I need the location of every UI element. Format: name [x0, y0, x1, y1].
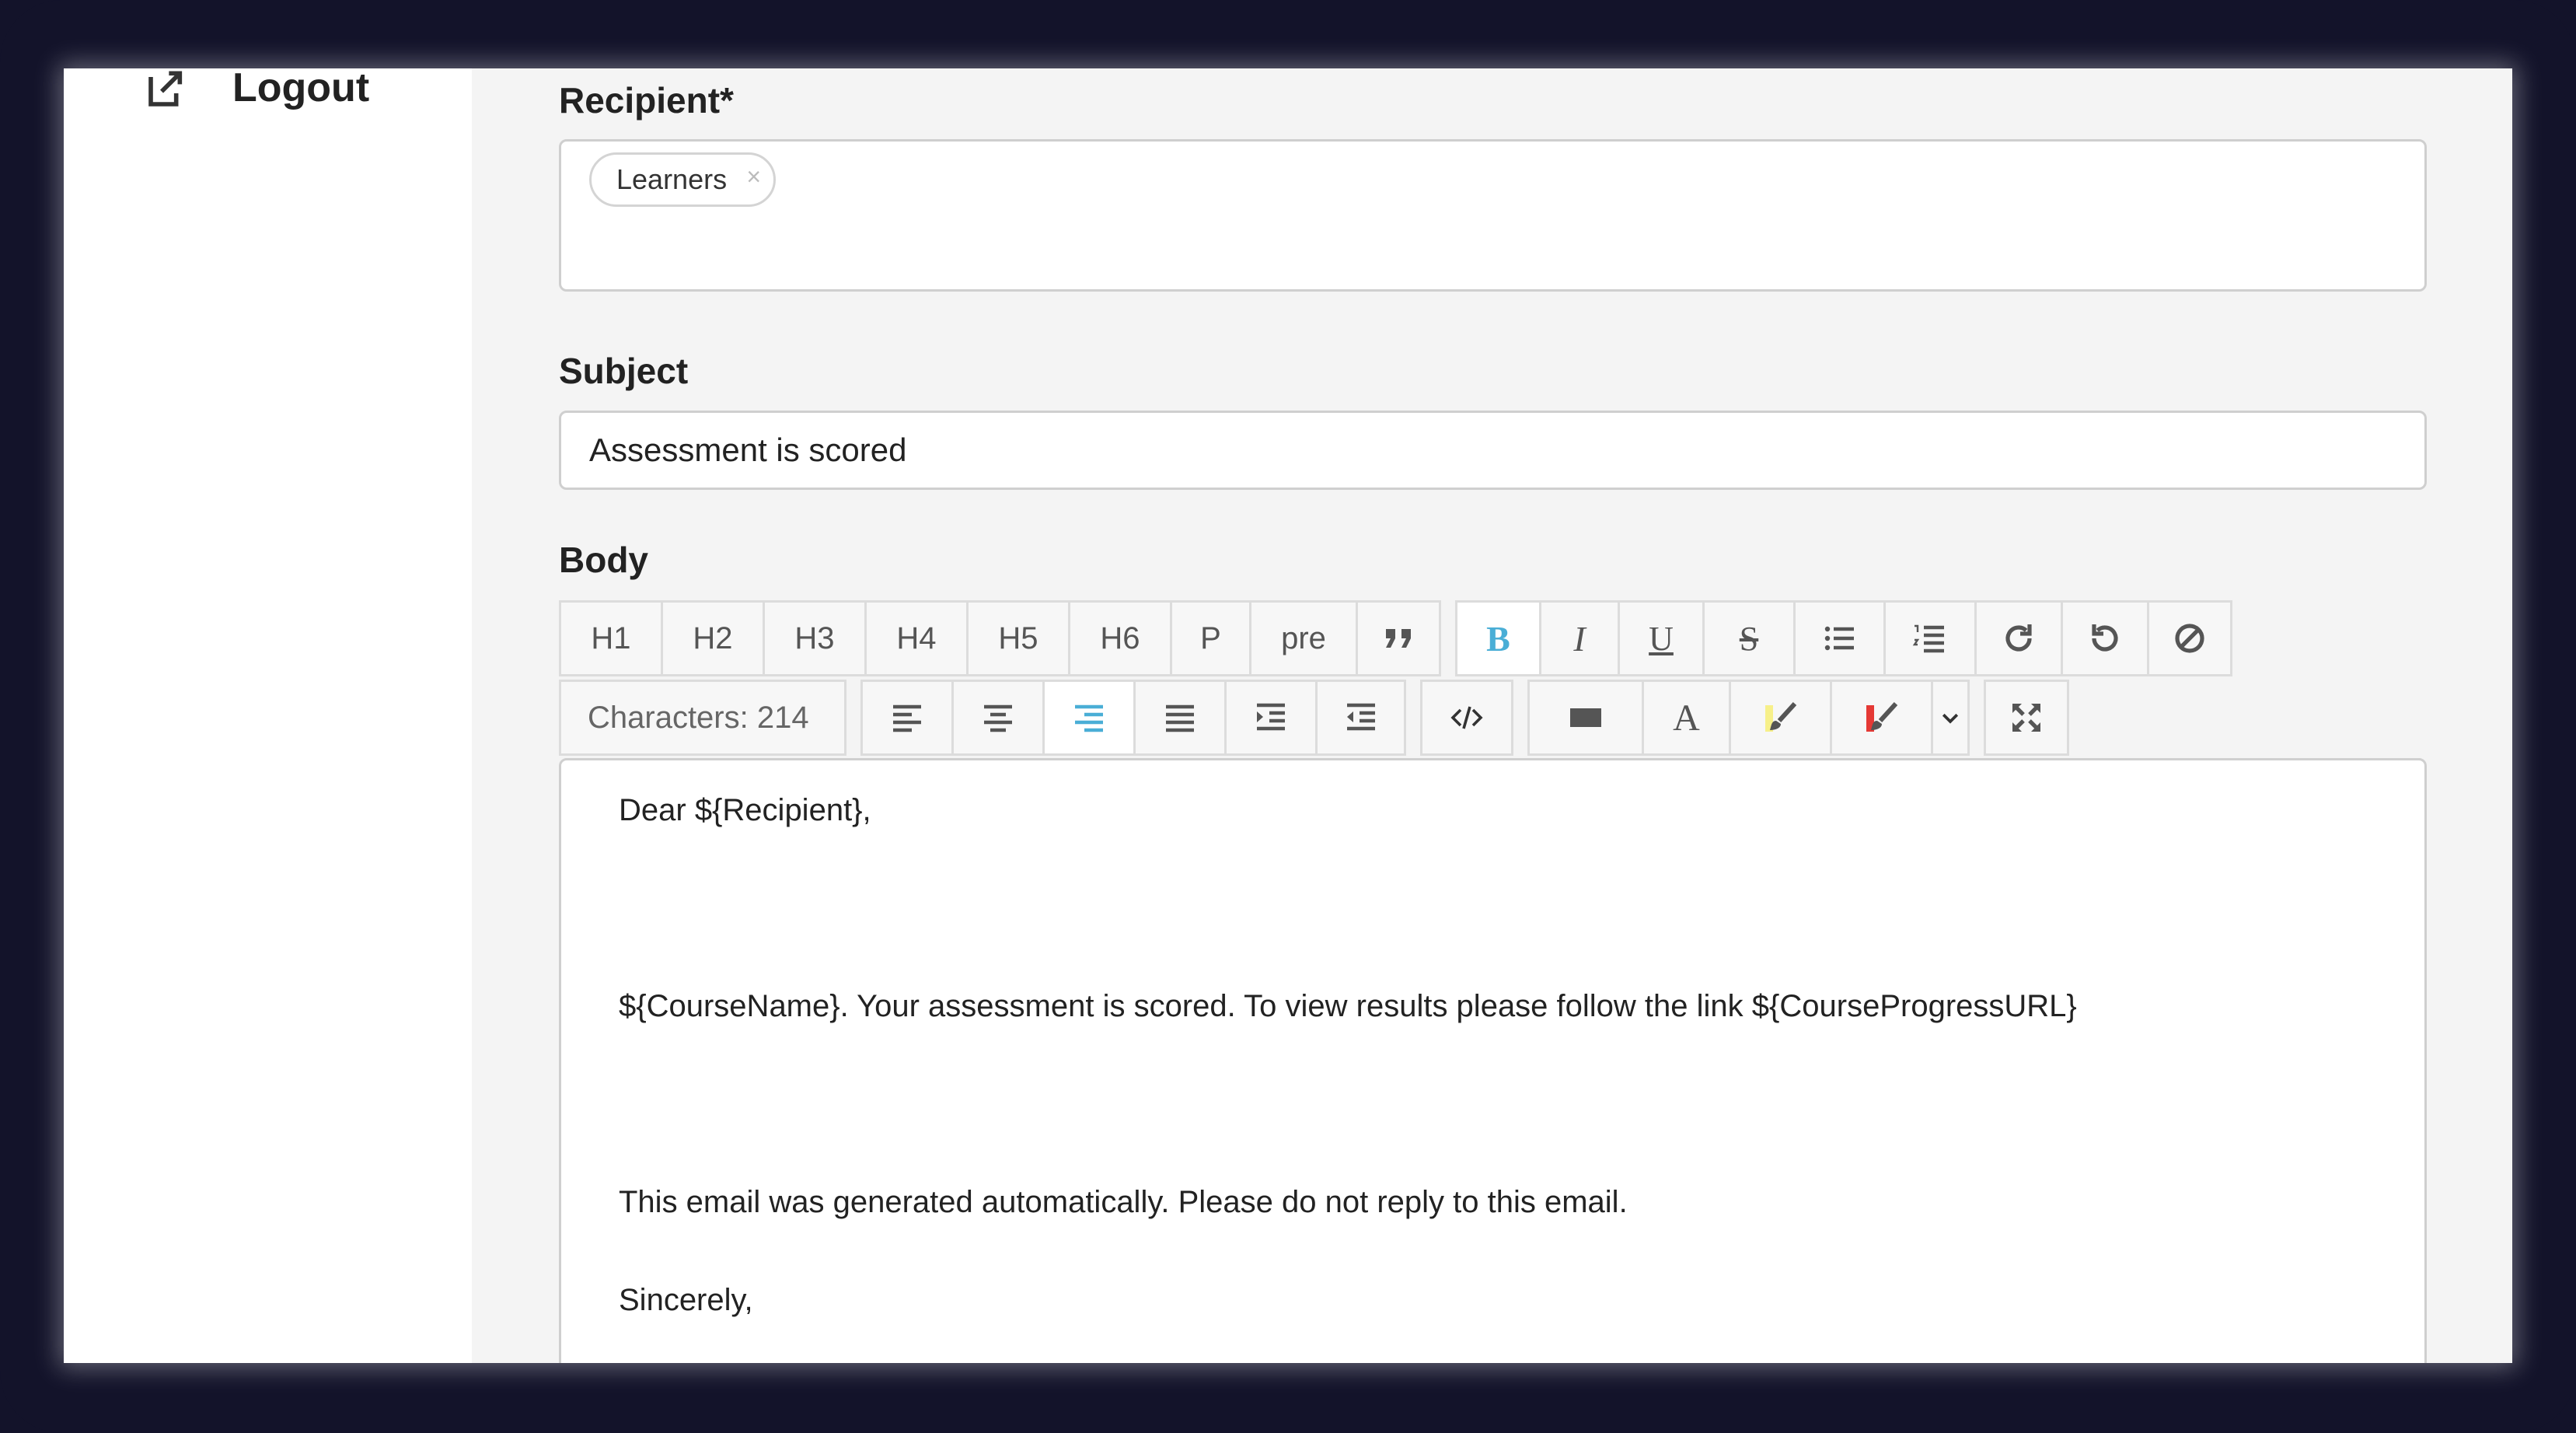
text-color-icon: A — [1673, 697, 1700, 739]
recipient-field[interactable]: Learners × — [559, 139, 2427, 292]
body-line-notice: This email was generated automatically. … — [619, 1185, 1628, 1219]
sidebar: Logout — [64, 68, 472, 1363]
background-color-button[interactable] — [1527, 680, 1642, 756]
format-group: B I U S — [1455, 600, 2232, 676]
blockquote-button[interactable] — [1356, 600, 1441, 676]
body-label: Body — [559, 540, 648, 580]
italic-button[interactable]: I — [1539, 600, 1618, 676]
undo-button[interactable] — [2061, 600, 2147, 676]
character-counter: Characters: 214 — [559, 680, 846, 756]
align-group — [860, 680, 1406, 756]
bulleted-list-icon — [1824, 626, 1854, 651]
highlight-color-icon — [1764, 701, 1796, 732]
redo-icon — [2005, 624, 2032, 652]
color-group: A — [1527, 680, 1970, 756]
align-left-button[interactable] — [860, 680, 951, 756]
align-right-icon — [1075, 704, 1103, 732]
bulleted-list-button[interactable] — [1793, 600, 1883, 676]
heading-group: H1 H2 H3 H4 H5 H6 P pre — [559, 600, 1441, 676]
numbered-list-button[interactable] — [1883, 600, 1974, 676]
quote-icon — [1386, 629, 1411, 648]
body-line-signoff: Sincerely, — [619, 1283, 753, 1317]
numbered-list-icon — [1912, 624, 1944, 653]
text-color-button[interactable]: A — [1642, 680, 1729, 756]
strikethrough-button[interactable]: S — [1702, 600, 1793, 676]
logout-icon — [148, 71, 183, 107]
align-center-icon — [984, 704, 1012, 732]
h5-button[interactable]: H5 — [966, 600, 1068, 676]
h2-button[interactable]: H2 — [661, 600, 763, 676]
align-justify-button[interactable] — [1133, 680, 1224, 756]
paragraph-button[interactable]: P — [1170, 600, 1249, 676]
counter-group: Characters: 214 — [559, 680, 846, 756]
h6-button[interactable]: H6 — [1068, 600, 1170, 676]
h4-button[interactable]: H4 — [864, 600, 966, 676]
dropdown-icon — [1942, 713, 1959, 724]
align-justify-icon — [1166, 704, 1194, 732]
code-icon — [1450, 706, 1483, 729]
recipient-chip-label: Learners — [616, 163, 728, 195]
clear-format-button[interactable] — [2147, 600, 2232, 676]
recipient-chip: Learners × — [589, 152, 777, 207]
h1-button[interactable]: H1 — [559, 600, 661, 676]
outdent-icon — [1346, 703, 1375, 731]
body-line-message: ${CourseName}. Your assessment is scored… — [619, 989, 2077, 1023]
chip-remove-icon[interactable]: × — [746, 163, 761, 191]
h3-button[interactable]: H3 — [763, 600, 864, 676]
align-center-button[interactable] — [951, 680, 1042, 756]
code-group — [1420, 680, 1513, 756]
color-dropdown-button[interactable] — [1931, 680, 1970, 756]
pre-button[interactable]: pre — [1249, 600, 1356, 676]
align-right-button[interactable] — [1042, 680, 1133, 756]
body-line-greeting: Dear ${Recipient}, — [619, 793, 871, 827]
fullscreen-icon — [2012, 704, 2040, 732]
font-color-icon — [1866, 701, 1897, 732]
recipient-label: Recipient* — [559, 80, 734, 121]
logout-link[interactable]: Logout — [145, 68, 369, 123]
undo-icon — [2092, 624, 2118, 652]
body-editor[interactable]: Dear ${Recipient}, ${CourseName}. Your a… — [559, 758, 2427, 1363]
underline-button[interactable]: U — [1618, 600, 1702, 676]
bold-icon: B — [1486, 618, 1510, 659]
app-screen: Logout Recipient* Learners × Subject Ass… — [64, 68, 2512, 1363]
device-frame: Logout Recipient* Learners × Subject Ass… — [0, 0, 2576, 1433]
background-color-icon — [1570, 708, 1601, 727]
underline-icon: U — [1649, 619, 1674, 658]
subject-input[interactable]: Assessment is scored — [559, 411, 2427, 490]
logout-label: Logout — [232, 68, 370, 110]
indent-icon — [1257, 703, 1285, 731]
editor-toolbar-row-1: H1 H2 H3 H4 H5 H6 P pre B I U S — [559, 600, 2246, 676]
redo-button[interactable] — [1974, 600, 2061, 676]
fullscreen-group — [1984, 680, 2069, 756]
outdent-button[interactable] — [1315, 680, 1406, 756]
highlight-color-button[interactable] — [1729, 680, 1830, 756]
italic-icon: I — [1573, 618, 1586, 659]
font-color-button[interactable] — [1830, 680, 1931, 756]
bold-button[interactable]: B — [1455, 600, 1539, 676]
code-view-button[interactable] — [1420, 680, 1513, 756]
fullscreen-button[interactable] — [1984, 680, 2069, 756]
indent-button[interactable] — [1224, 680, 1315, 756]
subject-value: Assessment is scored — [589, 432, 907, 468]
strikethrough-icon: S — [1739, 619, 1759, 658]
align-left-icon — [893, 704, 921, 732]
editor-toolbar-row-2: Characters: 214 A — [559, 680, 2083, 756]
subject-label: Subject — [559, 351, 689, 391]
clear-format-icon — [2175, 624, 2204, 653]
